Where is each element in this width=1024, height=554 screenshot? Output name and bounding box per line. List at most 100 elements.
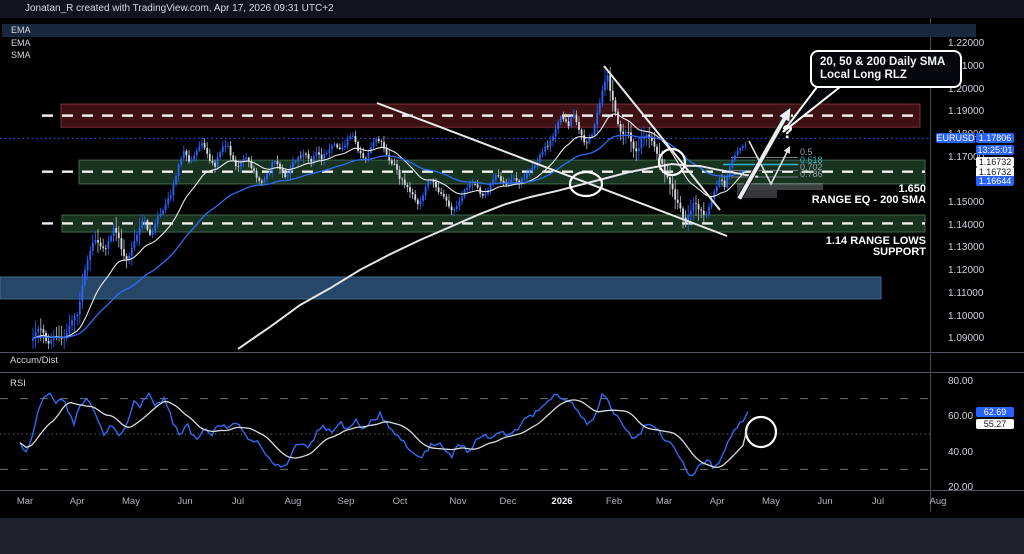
candle (357, 141, 359, 151)
candle (206, 147, 209, 154)
candle (193, 155, 196, 160)
accum-dist-title[interactable]: Accum/Dist (10, 355, 58, 366)
candle (546, 145, 549, 147)
candle (331, 145, 333, 150)
candle (598, 102, 601, 113)
candle (180, 158, 183, 165)
candle (104, 248, 107, 250)
candle (614, 100, 617, 112)
month-label: Aug (929, 496, 947, 507)
candle (149, 229, 151, 235)
candle (393, 163, 396, 165)
candle (253, 168, 255, 171)
candle (466, 188, 469, 191)
candle (123, 249, 125, 256)
candle (120, 238, 123, 250)
candle (138, 227, 141, 235)
candle (474, 184, 476, 186)
question-mark-annotation: ? (782, 122, 793, 142)
candle (50, 339, 53, 344)
sma-200-line (237, 162, 759, 350)
candle (159, 213, 162, 217)
candle (214, 162, 216, 167)
candle (351, 135, 354, 137)
candle (700, 209, 703, 211)
legend-selected-row[interactable] (2, 24, 976, 37)
rsi-tick: 60.00 (948, 411, 974, 423)
candle (713, 191, 716, 199)
candle (578, 122, 580, 130)
candle (167, 198, 170, 205)
candle (130, 247, 133, 256)
candle (572, 114, 575, 118)
candle (81, 284, 84, 302)
candle (593, 124, 596, 135)
candle (554, 128, 557, 137)
candle (143, 220, 146, 222)
symbol-price-label: EURUSD (936, 133, 975, 143)
candle (84, 269, 86, 285)
month-label: Apr (69, 496, 85, 507)
rsi-tick: 20.00 (948, 482, 974, 493)
candle (739, 148, 742, 151)
candle (497, 175, 500, 177)
candle (258, 177, 261, 181)
candle (364, 157, 367, 159)
candle (689, 210, 692, 216)
legend-item-sma[interactable]: SMA (11, 50, 31, 60)
month-label: Mar (16, 496, 34, 507)
legend-item-ema-2[interactable]: EMA (11, 38, 31, 48)
candle (112, 227, 115, 237)
candle (448, 200, 450, 207)
candle (110, 236, 112, 242)
candle (39, 328, 42, 330)
candle (390, 160, 393, 164)
candle (656, 146, 658, 154)
candle (396, 164, 398, 170)
candle (325, 153, 328, 154)
candle (583, 135, 586, 143)
candle (406, 184, 409, 188)
last-price-label: 1.17806 (976, 133, 1014, 143)
callout-note[interactable]: 20, 50 & 200 Daily SMA Local Long RLZ (810, 50, 962, 88)
candle (398, 169, 401, 179)
month-label: Feb (605, 496, 623, 507)
candle (385, 148, 388, 155)
candle (453, 208, 456, 211)
candle (682, 208, 684, 218)
ema-value-label: 1.16732 (976, 156, 1014, 167)
candle (362, 153, 365, 158)
candle (99, 242, 102, 247)
candle (312, 155, 315, 162)
candle (273, 161, 276, 163)
candle (372, 142, 375, 148)
candle (216, 157, 219, 167)
candle (307, 153, 310, 159)
candle (380, 141, 383, 143)
candle (318, 152, 320, 155)
candle (359, 150, 362, 154)
candle (42, 329, 45, 333)
candle (471, 184, 474, 186)
candle (310, 158, 313, 162)
candle (289, 167, 292, 175)
legend-item-ema-1[interactable]: EMA (11, 25, 31, 35)
candle (164, 204, 167, 211)
candle (211, 160, 214, 163)
candle (232, 155, 235, 160)
candle (635, 148, 638, 152)
candle (559, 116, 562, 123)
candle (705, 214, 708, 215)
candle (229, 145, 232, 156)
candle (354, 135, 357, 142)
candle (708, 206, 710, 215)
candle (552, 136, 554, 141)
candle (102, 246, 105, 249)
candle (702, 210, 705, 215)
candle (68, 325, 71, 333)
candle (47, 340, 50, 344)
rsi-title[interactable]: RSI (10, 378, 26, 389)
candle (588, 137, 591, 144)
month-label: Sep (337, 496, 355, 507)
bar-countdown-label: 13:25:01 (976, 144, 1014, 155)
